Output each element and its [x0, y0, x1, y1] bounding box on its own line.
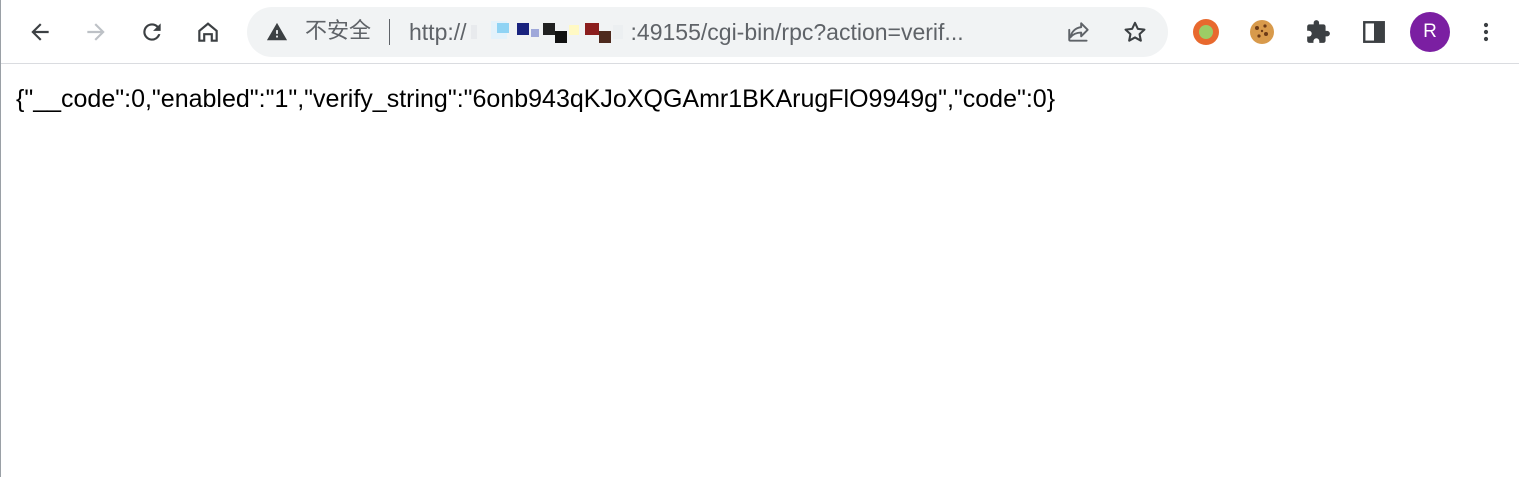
profile-avatar[interactable]: R [1410, 12, 1450, 52]
side-panel-icon [1363, 21, 1385, 43]
omnibox-separator [389, 19, 390, 45]
security-status-label[interactable]: 不安全 [305, 17, 371, 47]
home-icon [198, 22, 218, 42]
site-info-button[interactable] [265, 20, 289, 44]
extensions-button[interactable] [1298, 12, 1338, 52]
home-button[interactable] [188, 12, 228, 52]
url-scheme: http:// [409, 19, 467, 45]
star-icon [1124, 21, 1146, 42]
url-path: :49155/cgi-bin/rpc?action=verif... [630, 19, 964, 45]
address-bar[interactable]: 不安全 http:// :49155/cgi-bin/rpc?action=ve… [247, 7, 1168, 57]
url-text[interactable]: http:// :49155/cgi-bin/rpc?action=verif.… [409, 17, 964, 47]
json-response-text: {"__code":0,"enabled":"1","verify_string… [16, 85, 1056, 113]
puzzle-icon [1307, 20, 1330, 43]
browser-menu-button[interactable] [1466, 12, 1506, 52]
forward-button[interactable] [76, 12, 116, 52]
reload-icon [143, 23, 161, 41]
arrow-left-icon [31, 23, 49, 41]
cookie-icon [1250, 20, 1274, 44]
reload-button[interactable] [132, 12, 172, 52]
side-panel-button[interactable] [1354, 12, 1394, 52]
share-icon [1068, 22, 1089, 42]
warning-triangle-icon [266, 22, 288, 41]
kebab-menu-icon [1483, 22, 1489, 42]
browser-toolbar: 不安全 http:// :49155/cgi-bin/rpc?action=ve… [1, 0, 1519, 64]
browser-window: 不安全 http:// :49155/cgi-bin/rpc?action=ve… [0, 0, 1519, 477]
arrow-right-icon [87, 23, 105, 41]
share-button[interactable] [1063, 16, 1095, 48]
extension-cookie-button[interactable] [1242, 12, 1282, 52]
url-host-redacted [467, 19, 631, 45]
circle-extension-icon [1193, 19, 1219, 45]
back-button[interactable] [20, 12, 60, 52]
extension-circle-button[interactable] [1186, 12, 1226, 52]
bookmark-button[interactable] [1119, 16, 1151, 48]
